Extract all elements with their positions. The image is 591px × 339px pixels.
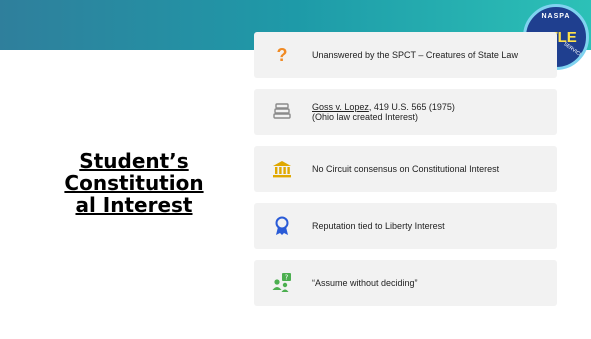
point-card-circuit: No Circuit consensus on Constitutional I… [254,146,557,192]
question-mark-icon: ? [276,44,288,65]
slide-title: Student’s Constitution al Interest [44,150,224,216]
award-ribbon-icon [270,215,294,237]
case-citation-line: Goss v. Lopez, 419 U.S. 565 (1975) [312,102,549,112]
point-card-goss: Goss v. Lopez, 419 U.S. 565 (1975) (Ohio… [254,89,557,135]
point-card-spct: ? Unanswered by the SPCT – Creatures of … [254,32,557,78]
point-card-reputation: Reputation tied to Liberty Interest [254,203,557,249]
svg-text:?: ? [285,274,289,282]
courthouse-icon [270,158,294,180]
title-line-3: al Interest [75,193,193,217]
point-text: Unanswered by the SPCT – Creatures of St… [312,50,518,60]
case-name-link[interactable]: Goss v. Lopez [312,102,369,112]
case-cite: , 419 U.S. 565 (1975) [368,102,455,112]
books-icon [270,101,294,123]
case-note: (Ohio law created Interest) [312,112,419,122]
title-line-2: Constitution [64,171,204,195]
people-question-icon: ? [270,272,294,294]
point-text: “Assume without deciding” [312,278,418,288]
title-line-1: Student’s [79,149,189,173]
point-card-assume: ? “Assume without deciding” [254,260,557,306]
badge-top-text: NASPA [541,13,571,20]
point-text: No Circuit consensus on Constitutional I… [312,164,500,174]
point-text: Reputation tied to Liberty Interest [312,221,445,231]
